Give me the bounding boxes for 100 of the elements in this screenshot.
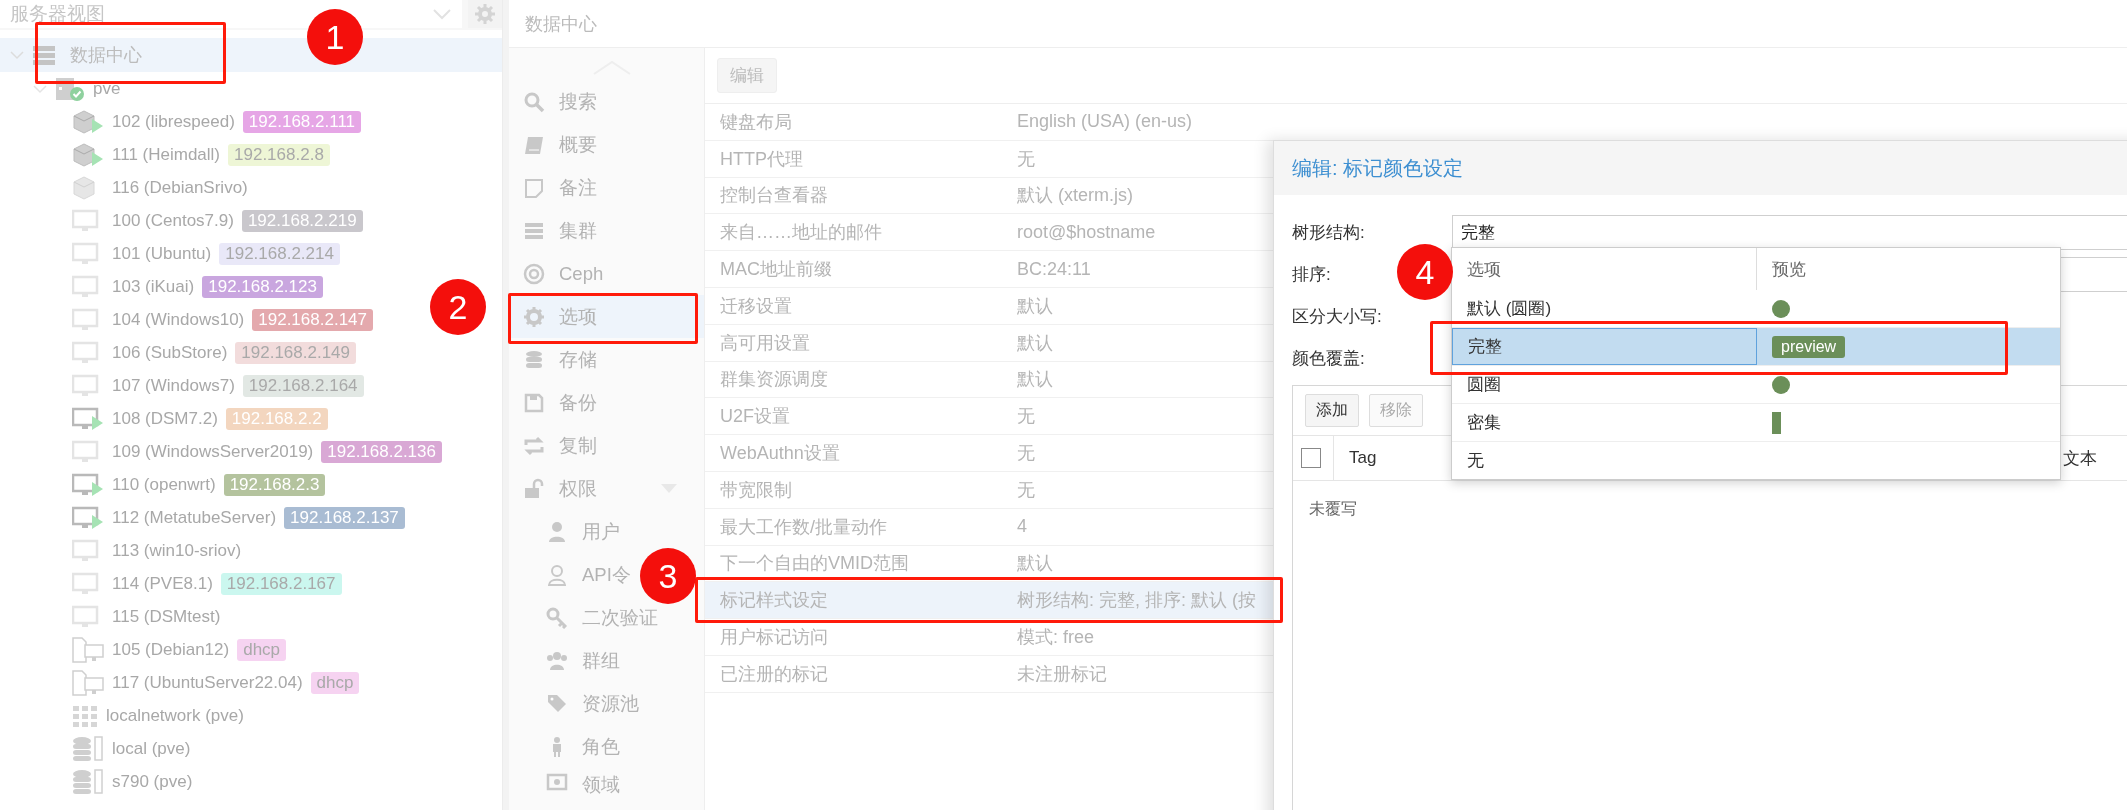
option-value: 无 <box>1016 478 1035 502</box>
nav-item[interactable]: 集群 <box>509 209 603 252</box>
tree-item[interactable]: 101 (Ubuntu) 192.168.2.214 <box>0 237 340 270</box>
option-key: WebAuthn设置 <box>705 441 1015 466</box>
option-value: 4 <box>1016 516 1027 538</box>
tree-item[interactable]: 112 (MetatubeServer) 192.168.2.137 <box>0 501 405 534</box>
settings-button[interactable] <box>468 0 502 28</box>
tag: 192.168.2.8 <box>228 143 330 166</box>
nav-item[interactable]: 备注 <box>509 166 603 209</box>
key-icon <box>546 606 568 629</box>
tree-item[interactable]: s790 (pve) <box>0 765 193 798</box>
option-key: 已注册的标记 <box>705 661 1015 686</box>
nav-item[interactable]: 概要 <box>509 123 603 166</box>
nav-item[interactable]: 存储 <box>509 338 603 381</box>
tree-item[interactable]: 113 (win10-sriov) <box>0 534 242 567</box>
option-key: 用户标记访问 <box>705 625 1015 650</box>
option-value: 默认 <box>1016 294 1053 318</box>
bar-icon <box>1772 411 1781 434</box>
tree-item[interactable]: 108 (DSM7.2) 192.168.2.2 <box>0 402 328 435</box>
tag: 192.168.2.164 <box>242 374 364 397</box>
option-key: HTTP代理 <box>705 146 1015 171</box>
dropdown-option[interactable]: 完整 preview <box>1452 327 2060 365</box>
note-icon <box>523 176 545 199</box>
gear-icon <box>523 305 545 328</box>
dropdown-option[interactable]: 圆圈 <box>1452 365 2060 403</box>
database-icon <box>72 735 104 762</box>
dot-icon <box>1772 375 1790 394</box>
nav-item[interactable]: 选项 <box>509 295 704 338</box>
tree-item[interactable]: 105 (Debian12) dhcp <box>0 633 287 666</box>
nav-item[interactable]: API令 <box>509 553 637 596</box>
nav-item[interactable]: 备份 <box>509 381 603 424</box>
tree-item[interactable]: 103 (iKuai) 192.168.2.123 <box>0 270 323 303</box>
option-value: English (USA) (en-us) <box>1016 111 1193 133</box>
option-value: root@$hostname <box>1016 221 1156 243</box>
tag: 192.168.2.111 <box>242 110 362 133</box>
dot-icon <box>1772 299 1790 318</box>
tree-item[interactable]: 116 (DebianSrivo) <box>0 171 248 204</box>
option-key: 带宽限制 <box>705 477 1015 502</box>
option-value: 未注册标记 <box>1016 662 1107 686</box>
database-icon <box>523 348 545 371</box>
tree-item[interactable]: 114 (PVE8.1) 192.168.2.167 <box>0 567 342 600</box>
panel-title: 数据中心 <box>525 12 597 36</box>
search-icon <box>523 90 545 113</box>
nav-item[interactable]: 用户 <box>509 510 626 553</box>
grid-icon <box>72 704 98 727</box>
database-icon <box>72 768 104 795</box>
nav-item[interactable]: Ceph <box>509 252 610 295</box>
dropdown-option[interactable]: 默认 (圆圈) <box>1452 290 2060 327</box>
tag: 192.168.2.147 <box>252 308 373 331</box>
option-key: 键盘布局 <box>705 109 1015 134</box>
option-key: 标记样式设定 <box>705 588 1015 613</box>
tree-item[interactable]: local (pve) <box>0 732 191 765</box>
running-monitor-icon <box>72 505 104 530</box>
tree-item[interactable]: 109 (WindowsServer2019) 192.168.2.136 <box>0 435 442 468</box>
edit-button[interactable]: 编辑 <box>717 58 777 93</box>
tree-item[interactable]: 100 (Centos7.9) 192.168.2.219 <box>0 204 363 237</box>
nav-item[interactable]: 搜索 <box>509 80 603 123</box>
nav-item[interactable]: 权限 <box>509 467 683 510</box>
nav-item[interactable]: 复制 <box>509 424 603 467</box>
option-value: 树形结构: 完整, 排序: 默认 (按 <box>1016 589 1256 613</box>
tree-item[interactable]: 117 (UbuntuServer22.04) dhcp <box>0 666 360 699</box>
tag-preview: preview <box>1772 335 1846 358</box>
tree-item[interactable]: 106 (SubStore) 192.168.2.149 <box>0 336 356 369</box>
option-value: 模式: free <box>1016 626 1095 650</box>
server-rack-icon <box>32 44 56 66</box>
caret-icon <box>33 83 47 94</box>
option-key: 最大工作数/批量动作 <box>705 514 1015 539</box>
users-icon <box>546 649 568 672</box>
empty-text: 未覆写 <box>1308 499 1358 519</box>
grid-button[interactable]: 添加 <box>1305 394 1359 427</box>
tree-item[interactable]: pve <box>0 72 121 105</box>
tree-item[interactable]: 107 (Windows7) 192.168.2.164 <box>0 369 364 402</box>
field-label: 排序: <box>1292 264 1331 284</box>
dropdown-option[interactable]: 密集 <box>1452 403 2060 441</box>
dropdown-option[interactable]: 无 <box>1452 441 2060 479</box>
option-key: 群集资源调度 <box>705 367 1015 392</box>
tree-item[interactable]: 110 (openwrt) 192.168.2.3 <box>0 468 326 501</box>
option-value: 默认 <box>1016 331 1053 355</box>
tag: 192.168.2.149 <box>235 341 356 364</box>
template-icon <box>72 636 104 663</box>
tree-item[interactable]: 111 (Heimdall) 192.168.2.8 <box>0 138 330 171</box>
option-value: 无 <box>1016 147 1035 171</box>
nav-item[interactable]: 领域 <box>509 768 626 796</box>
nav-item[interactable]: 群组 <box>509 639 626 682</box>
nav-item[interactable]: 资源池 <box>509 682 645 725</box>
template-icon <box>72 669 104 696</box>
nav-item[interactable]: 角色 <box>509 725 626 768</box>
select-all-checkbox[interactable] <box>1301 448 1321 468</box>
tree-item[interactable]: 115 (DSMtest) <box>0 600 221 633</box>
option-value: 无 <box>1016 405 1035 429</box>
tree-item[interactable]: 102 (librespeed) 192.168.2.111 <box>0 105 362 138</box>
repeat-icon <box>523 434 545 457</box>
tag: dhcp <box>310 671 360 694</box>
field-label: 树形结构: <box>1292 222 1365 242</box>
tag: 192.168.2.136 <box>321 440 442 463</box>
tree-item[interactable]: localnetwork (pve) <box>0 699 244 732</box>
rings-icon <box>523 262 545 285</box>
option-key: 来自……地址的邮件 <box>705 220 1015 245</box>
field-label: 颜色覆盖: <box>1292 348 1365 368</box>
tree-item[interactable]: 104 (Windows10) 192.168.2.147 <box>0 303 373 336</box>
